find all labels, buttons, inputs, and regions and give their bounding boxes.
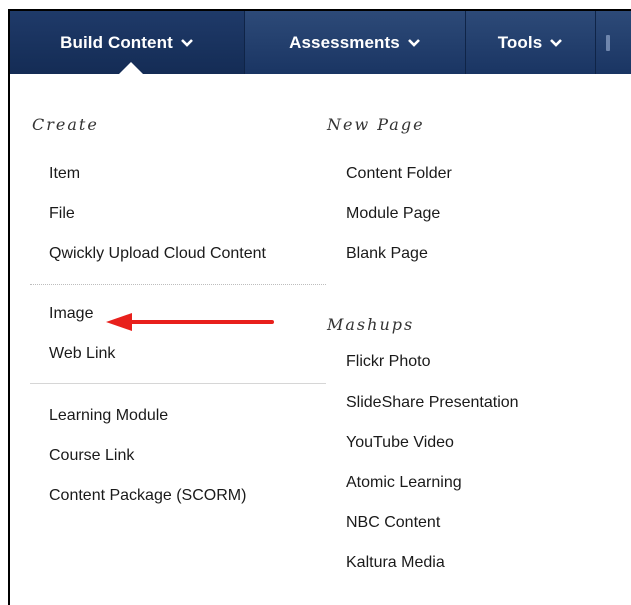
- tab-build-content-label: Build Content: [60, 32, 173, 52]
- tab-assessments-label: Assessments: [289, 32, 400, 52]
- menu-item-image[interactable]: Image: [49, 305, 93, 323]
- menu-item-learning-module[interactable]: Learning Module: [49, 407, 168, 425]
- tab-tools-label: Tools: [497, 32, 543, 52]
- red-arrow-left-icon: [106, 313, 274, 331]
- menu-item-slideshare[interactable]: SlideShare Presentation: [346, 394, 519, 412]
- chevron-down-icon: [550, 38, 563, 47]
- menu-item-web-link[interactable]: Web Link: [49, 345, 115, 363]
- course-toolbar: Build Content Assessments Tools: [10, 11, 631, 74]
- menu-item-nbc-content[interactable]: NBC Content: [346, 514, 440, 532]
- tab-assessments[interactable]: Assessments: [245, 11, 466, 74]
- chevron-down-icon: [180, 38, 193, 47]
- menu-item-file[interactable]: File: [49, 205, 75, 223]
- new-page-heading: New Page: [327, 115, 425, 134]
- menu-item-qwickly-upload[interactable]: Qwickly Upload Cloud Content: [49, 245, 266, 263]
- create-heading: Create: [32, 115, 99, 134]
- divider: [30, 284, 326, 286]
- menu-item-youtube-video[interactable]: YouTube Video: [346, 434, 454, 452]
- tab-more-partial[interactable]: [596, 11, 631, 74]
- menu-item-module-page[interactable]: Module Page: [346, 205, 440, 223]
- dropdown-pointer: [117, 62, 145, 76]
- menu-item-atomic-learning[interactable]: Atomic Learning: [346, 474, 462, 492]
- menu-item-blank-page[interactable]: Blank Page: [346, 245, 428, 263]
- menu-item-flickr-photo[interactable]: Flickr Photo: [346, 353, 430, 371]
- build-content-menu-frame: Build Content Assessments Tools Create I…: [8, 9, 631, 605]
- tab-tools[interactable]: Tools: [466, 11, 596, 74]
- partial-tab-icon: [606, 34, 610, 51]
- menu-item-content-package[interactable]: Content Package (SCORM): [49, 487, 246, 505]
- divider: [30, 383, 326, 384]
- menu-item-content-folder[interactable]: Content Folder: [346, 165, 452, 183]
- menu-item-item[interactable]: Item: [49, 165, 80, 183]
- chevron-down-icon: [407, 38, 420, 47]
- mashups-heading: Mashups: [327, 315, 415, 334]
- menu-item-course-link[interactable]: Course Link: [49, 447, 134, 465]
- menu-item-kaltura-media[interactable]: Kaltura Media: [346, 554, 445, 572]
